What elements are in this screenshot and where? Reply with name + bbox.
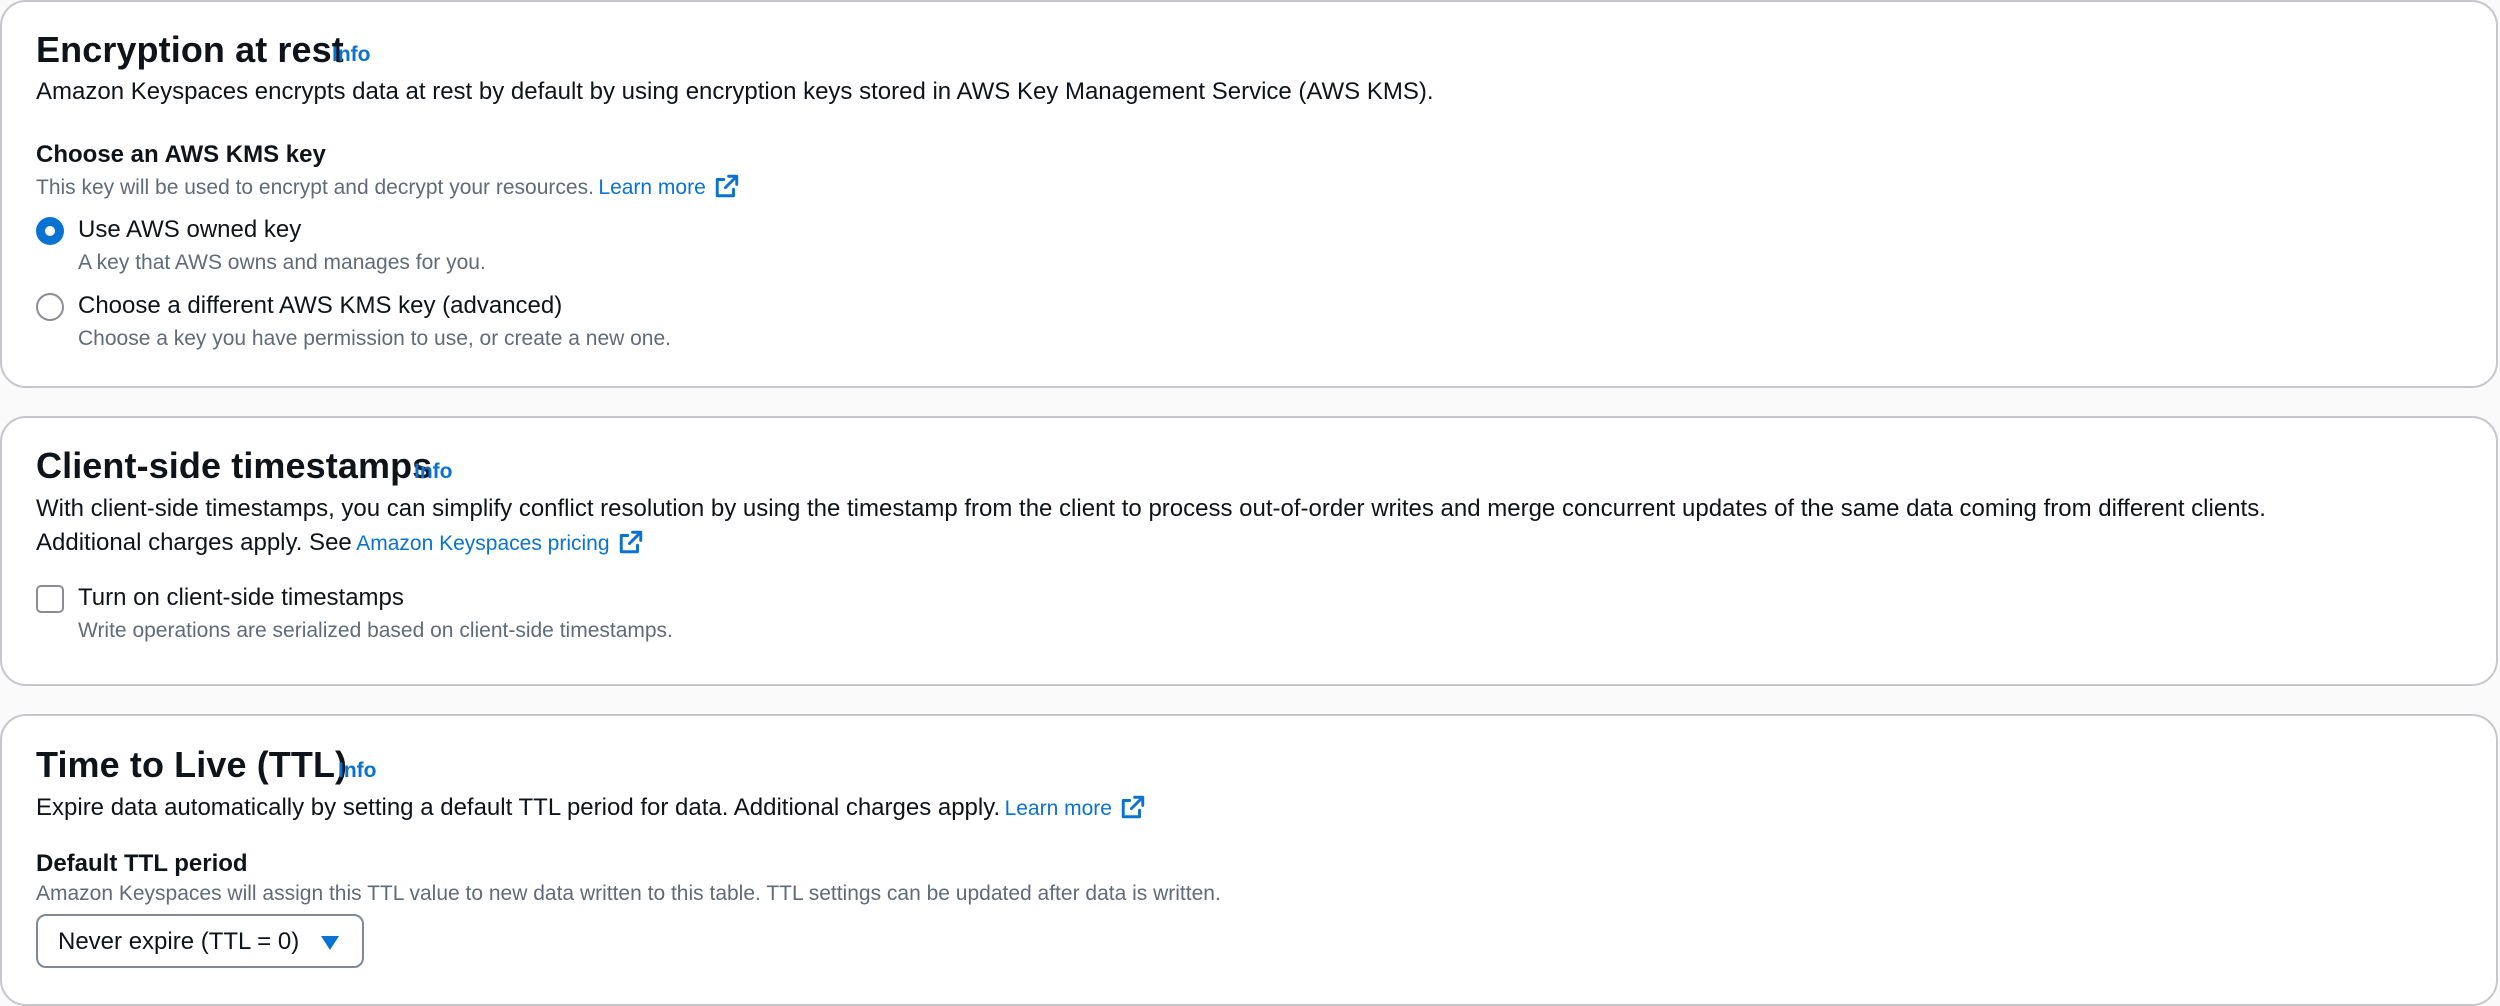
kms-learn-more-label: Learn more bbox=[598, 176, 706, 199]
kms-learn-more-link[interactable]: Learn more bbox=[598, 174, 739, 199]
timestamps-charges: Additional charges apply. See Amazon Key… bbox=[36, 529, 644, 557]
caret-down-icon bbox=[321, 936, 339, 950]
radio-aws-owned-key[interactable] bbox=[36, 217, 64, 245]
ttl-period-label: Default TTL period bbox=[36, 850, 248, 877]
radio-aws-owned-key-label[interactable]: Use AWS owned key bbox=[78, 216, 301, 244]
ttl-description-text: Expire data automatically by setting a d… bbox=[36, 794, 1001, 821]
ttl-period-description: Amazon Keyspaces will assign this TTL va… bbox=[36, 882, 1221, 905]
ttl-period-select-value: Never expire (TTL = 0) bbox=[58, 928, 300, 955]
kms-key-label: Choose an AWS KMS key bbox=[36, 141, 326, 168]
radio-different-kms-key-desc: Choose a key you have permission to use,… bbox=[78, 327, 672, 350]
timestamps-title: Client-side timestamps bbox=[36, 445, 433, 486]
ttl-learn-more-label: Learn more bbox=[1004, 797, 1112, 820]
ttl-title: Time to Live (TTL) bbox=[36, 744, 348, 785]
encryption-description: Amazon Keyspaces encrypts data at rest b… bbox=[36, 78, 1434, 105]
page: Encryption at rest Info Amazon Keyspaces… bbox=[0, 0, 2500, 1006]
encryption-info-link[interactable]: Info bbox=[332, 43, 370, 67]
pricing-link-label: Amazon Keyspaces pricing bbox=[356, 532, 610, 555]
client-timestamps-checkbox-label[interactable]: Turn on client-side timestamps bbox=[78, 584, 404, 612]
timestamps-charges-text: Additional charges apply. See bbox=[36, 529, 352, 556]
kms-key-description: This key will be used to encrypt and dec… bbox=[36, 173, 740, 200]
ttl-period-select[interactable]: Never expire (TTL = 0) bbox=[36, 914, 364, 968]
radio-different-kms-key-label[interactable]: Choose a different AWS KMS key (advanced… bbox=[78, 292, 562, 320]
ttl-info-link[interactable]: Info bbox=[338, 759, 376, 783]
external-link-icon bbox=[619, 530, 642, 554]
client-timestamps-checkbox-desc: Write operations are serialized based on… bbox=[78, 619, 673, 642]
ttl-panel bbox=[0, 714, 2498, 1006]
external-link-icon bbox=[1121, 795, 1145, 819]
timestamps-info-link[interactable]: Info bbox=[414, 460, 452, 484]
radio-different-kms-key[interactable] bbox=[36, 293, 64, 321]
radio-aws-owned-key-desc: A key that AWS owns and manages for you. bbox=[78, 251, 486, 274]
kms-key-description-text: This key will be used to encrypt and dec… bbox=[36, 176, 594, 199]
external-link-icon bbox=[715, 174, 738, 198]
ttl-description: Expire data automatically by setting a d… bbox=[36, 794, 1146, 822]
encryption-title: Encryption at rest bbox=[36, 29, 344, 70]
client-timestamps-checkbox[interactable] bbox=[36, 585, 64, 613]
pricing-link[interactable]: Amazon Keyspaces pricing bbox=[356, 530, 643, 555]
ttl-learn-more-link[interactable]: Learn more bbox=[1004, 795, 1146, 820]
timestamps-description: With client-side timestamps, you can sim… bbox=[36, 495, 2266, 522]
